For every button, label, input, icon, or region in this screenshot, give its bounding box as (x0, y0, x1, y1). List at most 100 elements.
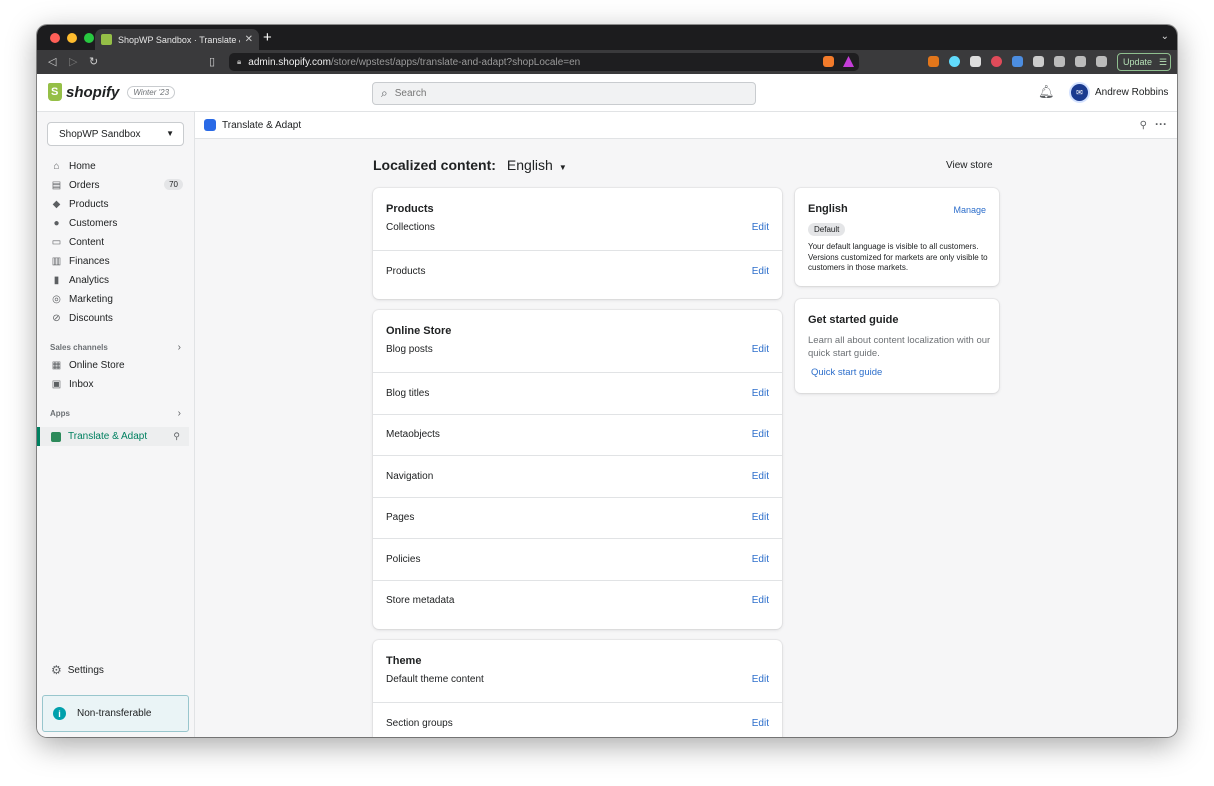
bookmark-icon[interactable]: ▯ (209, 55, 215, 68)
chevron-right-icon[interactable]: › (178, 408, 181, 419)
close-window-button[interactable] (50, 32, 60, 43)
ublock-extension-icon[interactable] (991, 56, 1002, 67)
store-selector[interactable]: ShopWP Sandbox ▼ (47, 122, 184, 146)
user-name[interactable]: Andrew Robbins (1095, 87, 1168, 98)
edit-link[interactable]: Edit (752, 266, 769, 277)
row-label: Products (386, 265, 426, 277)
close-tab-icon[interactable]: ✕ (245, 34, 253, 45)
content-icon: ▭ (51, 237, 62, 248)
quick-start-guide-link[interactable]: Quick start guide (811, 367, 882, 378)
sidebar-item-label: Content (69, 237, 105, 248)
apps-section[interactable]: Apps › (37, 404, 195, 422)
notifications-bell-icon[interactable]: 🔔︎ (1038, 84, 1055, 100)
browser-update-button[interactable]: Update ☰ (1117, 53, 1171, 71)
sidebar-item-orders[interactable]: ▤ Orders 70 (37, 176, 195, 195)
edit-link[interactable]: Edit (752, 471, 769, 482)
edit-link[interactable]: Edit (752, 429, 769, 440)
search-bar[interactable]: ⌕ (372, 82, 756, 105)
caret-down-icon[interactable]: ▼ (559, 163, 567, 172)
address-bar[interactable]: 🔒︎ admin.shopify.com /store/wpstest/apps… (229, 53, 859, 71)
sidebar-item-marketing[interactable]: ◎ Marketing (37, 290, 195, 309)
new-tab-icon[interactable]: + (263, 30, 272, 45)
more-actions-icon[interactable]: ··· (1155, 117, 1167, 131)
edit-link[interactable]: Edit (752, 718, 769, 729)
edit-link[interactable]: Edit (752, 595, 769, 606)
sidebar-toggle-icon[interactable] (1075, 56, 1086, 67)
user-avatar[interactable]: ✉ (1069, 82, 1090, 103)
back-icon[interactable]: ◁ (48, 55, 56, 68)
sales-channels-section[interactable]: Sales channels › (37, 338, 195, 356)
brave-shields-icon[interactable] (823, 56, 834, 67)
menu-icon: ☰ (1159, 56, 1168, 67)
notice-label: Non-transferable (77, 708, 152, 719)
edit-link[interactable]: Edit (752, 554, 769, 565)
language-description: Your default language is visible to all … (808, 242, 988, 272)
pin-icon[interactable]: ⚲ (1140, 120, 1147, 131)
row-label: Pages (386, 512, 415, 524)
browser-tab-active[interactable]: ShopWP Sandbox · Translate & ✕ (95, 29, 259, 50)
target-icon: ◎ (52, 294, 61, 305)
list-item: Collections Edit (373, 222, 782, 250)
edit-link[interactable]: Edit (752, 674, 769, 685)
sidebar-item-label: Analytics (69, 275, 110, 286)
edit-link[interactable]: Edit (752, 388, 769, 399)
metamask-extension-icon[interactable] (928, 56, 939, 67)
bank-icon: ▥ (51, 256, 62, 267)
page-title-text: Localized content: (373, 157, 496, 173)
maximize-window-button[interactable] (84, 32, 94, 43)
language-selector[interactable]: English (507, 157, 553, 173)
row-label: Default theme content (386, 674, 484, 685)
tab-menu-chevron-icon[interactable]: ⌄ (1161, 31, 1169, 42)
sidebar-item-translate-adapt[interactable]: Translate & Adapt ⚲ (37, 427, 189, 446)
gear-icon: ⚙ (51, 663, 62, 677)
forward-icon[interactable]: ▷ (69, 55, 77, 68)
extensions-puzzle-icon[interactable] (1033, 56, 1044, 67)
minimize-window-button[interactable] (67, 32, 77, 43)
non-transferable-notice[interactable]: i Non-transferable (42, 695, 189, 732)
default-badge: Default (808, 223, 846, 236)
sidebar-item-online-store[interactable]: ▦ Online Store (37, 356, 195, 375)
sidebar-item-products[interactable]: ◆ Products (37, 195, 195, 214)
card-title: Online Store (386, 325, 452, 337)
qr-extension-icon[interactable] (970, 56, 981, 67)
theme-card: Theme Default theme content Edit Section… (373, 640, 782, 737)
list-item: Navigation Edit (373, 455, 782, 497)
reading-list-icon[interactable] (1054, 56, 1065, 67)
sidebar-item-discounts[interactable]: ⊘ Discounts (37, 309, 195, 328)
card-title: Theme (386, 655, 422, 667)
chevron-right-icon[interactable]: › (178, 342, 181, 353)
sidebar-item-label: Orders (69, 180, 100, 191)
sidebar-item-label: Discounts (69, 313, 113, 324)
search-input[interactable] (394, 88, 715, 99)
row-label: Store metadata (386, 595, 455, 607)
react-devtools-icon[interactable] (949, 56, 960, 67)
sidebar-item-home[interactable]: ⌂ Home (37, 157, 195, 176)
manage-link[interactable]: Manage (953, 205, 986, 215)
admin-top-bar: shopify Winter '23 ⌕ 🔔︎ ✉ Andrew Robbins (37, 74, 1177, 112)
pin-icon[interactable]: ⚲ (173, 431, 180, 442)
edition-badge[interactable]: Winter '23 (127, 85, 176, 99)
admin-sidebar: ShopWP Sandbox ▼ ⌂ Home ▤ Orders 70 ◆ Pr… (37, 112, 195, 737)
sidebar-item-content[interactable]: ▭ Content (37, 233, 195, 252)
sidebar-item-finances[interactable]: ▥ Finances (37, 252, 195, 271)
caret-down-icon: ▼ (166, 129, 174, 138)
view-store-button[interactable]: View store (946, 160, 993, 171)
row-label: Section groups (386, 717, 453, 729)
reload-icon[interactable]: ↻ (89, 55, 98, 68)
shopify-logo[interactable]: shopify Winter '23 (48, 83, 176, 101)
sidebar-item-analytics[interactable]: ▮ Analytics (37, 271, 195, 290)
logo-wordmark: shopify (66, 83, 120, 101)
wallet-icon[interactable] (1096, 56, 1107, 67)
person-icon: ● (53, 218, 60, 229)
sidebar-item-label: Customers (69, 218, 118, 229)
edit-link[interactable]: Edit (752, 222, 769, 233)
edit-link[interactable]: Edit (752, 512, 769, 523)
sidebar-item-inbox[interactable]: ▣ Inbox (37, 375, 195, 394)
sidebar-item-settings[interactable]: ⚙ Settings (51, 663, 104, 677)
shopify-favicon-icon (101, 34, 112, 45)
row-label: Blog titles (386, 387, 430, 399)
dev-extension-icon[interactable] (1012, 56, 1023, 67)
sidebar-item-customers[interactable]: ● Customers (37, 214, 195, 233)
edit-link[interactable]: Edit (752, 344, 769, 355)
tag-icon: ◆ (52, 199, 61, 210)
